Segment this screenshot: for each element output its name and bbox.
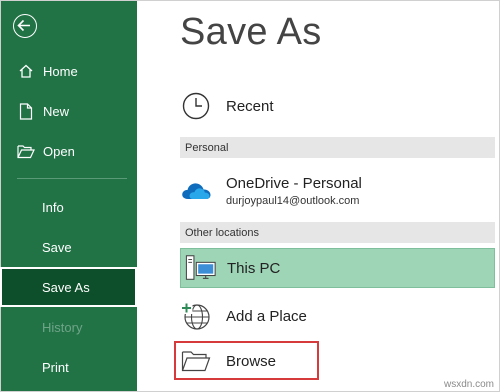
onedrive-name: OneDrive - Personal [226, 175, 362, 192]
sidebar-item-label: Save As [42, 279, 90, 295]
clock-icon [180, 90, 212, 122]
section-header-other-locations: Other locations [180, 222, 495, 243]
back-arrow-icon [17, 19, 30, 32]
open-folder-icon [17, 142, 35, 160]
backstage-sidebar: Home New Open Info Save Save As History … [0, 1, 137, 391]
location-add-a-place[interactable]: Add a Place [180, 296, 495, 336]
sidebar-item-label: Home [43, 63, 78, 79]
sidebar-item-info[interactable]: Info [1, 188, 137, 226]
sidebar-item-open[interactable]: Open [1, 132, 137, 170]
onedrive-cloud-icon [180, 175, 212, 207]
sidebar-item-label: Open [43, 143, 75, 159]
computer-icon [185, 252, 217, 284]
page-title: Save As [180, 11, 322, 53]
section-header-personal: Personal [180, 137, 495, 158]
sidebar-item-label: Print [42, 359, 69, 375]
sidebar-item-label: Info [42, 199, 64, 215]
sidebar-item-label: New [43, 103, 70, 119]
onedrive-account: durjoypaul14@outlook.com [226, 195, 360, 207]
browse-highlight-box [174, 341, 319, 380]
sidebar-item-label: Save [42, 239, 72, 255]
sidebar-item-new[interactable]: New [1, 92, 137, 130]
sidebar-item-home[interactable]: Home [1, 52, 137, 90]
sidebar-item-print[interactable]: Print [1, 348, 137, 386]
new-document-icon [17, 102, 35, 120]
back-button[interactable] [13, 14, 37, 38]
sidebar-divider [17, 178, 127, 179]
sidebar-item-save-as[interactable]: Save As [0, 267, 137, 307]
location-label: This PC [227, 259, 281, 277]
location-recent[interactable]: Recent [180, 88, 495, 124]
location-label: Recent [226, 97, 274, 115]
home-icon [17, 62, 35, 80]
sidebar-item-history: History [1, 308, 137, 346]
location-onedrive[interactable]: OneDrive - Personal durjoypaul14@outlook… [180, 171, 495, 211]
main-panel: Save As Recent Personal OneDrive - Perso… [138, 1, 498, 391]
sidebar-item-save[interactable]: Save [1, 228, 137, 266]
globe-add-icon [180, 300, 212, 332]
location-label: Add a Place [226, 307, 307, 325]
location-this-pc[interactable]: This PC [180, 248, 495, 288]
sidebar-item-label: History [42, 319, 83, 335]
watermark: wsxdn.com [443, 379, 494, 390]
